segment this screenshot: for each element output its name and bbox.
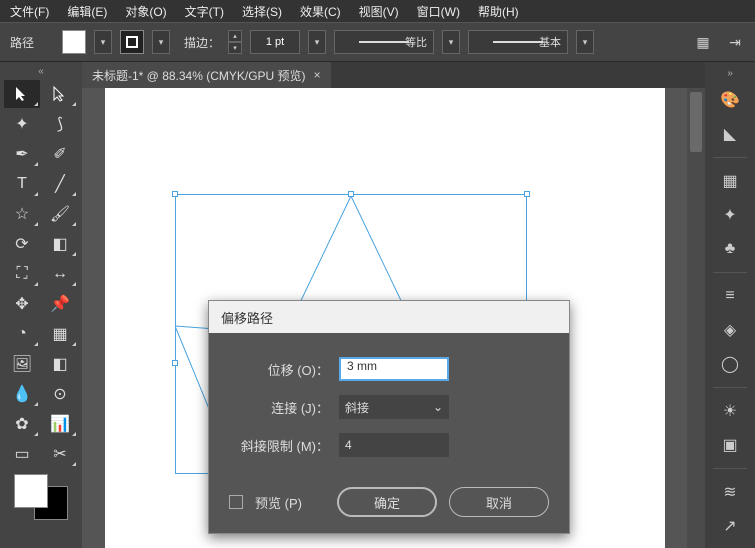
pen-tool[interactable]: ✒ — [4, 140, 40, 168]
swatch-panel-icon[interactable]: ▦ — [713, 167, 747, 195]
wand-tool[interactable]: ✦ — [4, 110, 40, 138]
fill-dropdown[interactable]: ▾ — [94, 30, 112, 54]
menu-select[interactable]: 选择(S) — [242, 3, 282, 20]
width-tool[interactable]: ↔ — [42, 260, 78, 288]
fill-swatch[interactable] — [62, 30, 86, 54]
star-tool[interactable]: ☆ — [4, 200, 40, 228]
path-label: 路径 — [10, 34, 34, 51]
limit-label: 斜接限制 (M)： — [229, 436, 329, 455]
ok-button[interactable]: 确定 — [337, 487, 437, 517]
tab-close-icon[interactable]: × — [314, 68, 321, 82]
image-tool[interactable]: 🖼 — [4, 350, 40, 378]
color-panel-icon[interactable]: 🎨 — [713, 86, 747, 114]
vertical-scrollbar[interactable] — [687, 88, 705, 548]
curvature-tool[interactable]: ✐ — [42, 140, 78, 168]
color-swatches[interactable] — [14, 474, 68, 520]
stroke-stepper[interactable]: ▴▾ — [228, 30, 242, 54]
appearance-panel-icon[interactable]: ☀ — [713, 397, 747, 425]
symbols-panel-icon[interactable]: ♣ — [713, 235, 747, 263]
preview-checkbox[interactable] — [229, 495, 243, 509]
transform-panel-icon[interactable]: ◈ — [713, 316, 747, 344]
shapebuilder-tool[interactable]: ◔ — [4, 320, 40, 348]
rpanel-collapse[interactable]: » — [727, 68, 733, 80]
stroke-weight[interactable]: 1 pt — [250, 30, 300, 54]
eraser-tool[interactable]: ◧ — [42, 230, 78, 258]
gradient-panel-icon[interactable]: ◣ — [713, 120, 747, 148]
brush-dd[interactable]: ▾ — [576, 30, 594, 54]
document-tab[interactable]: 未标题-1* @ 88.34% (CMYK/GPU 预览) × — [82, 62, 331, 88]
miter-limit-input[interactable]: 4 — [339, 433, 449, 457]
artboard-tool[interactable]: ▭ — [4, 440, 40, 468]
scrollbar-thumb[interactable] — [690, 92, 702, 152]
cancel-button[interactable]: 取消 — [449, 487, 549, 517]
stroke-panel-icon[interactable]: ≡ — [713, 282, 747, 310]
join-select[interactable]: 斜接⌄ — [339, 395, 449, 419]
align-icon[interactable]: ⇥ — [725, 32, 745, 52]
puppet-tool[interactable]: 📌 — [42, 290, 78, 318]
tab-title: 未标题-1* @ 88.34% (CMYK/GPU 预览) — [92, 67, 306, 84]
line-tool[interactable]: ╱ — [42, 170, 78, 198]
offset-input[interactable]: 3 mm — [339, 357, 449, 381]
layers-panel-icon[interactable]: ≋ — [713, 478, 747, 506]
join-label: 连接 (J)： — [229, 398, 329, 417]
rotate-tool[interactable]: ⟳ — [4, 230, 40, 258]
width-profile[interactable]: 等比 — [334, 30, 434, 54]
free-transform-tool[interactable]: ✥ — [4, 290, 40, 318]
lasso-tool[interactable]: ⟆ — [42, 110, 78, 138]
stroke-swatch[interactable] — [120, 30, 144, 54]
profile-dd[interactable]: ▾ — [442, 30, 460, 54]
graph-tool[interactable]: 📊 — [42, 410, 78, 438]
tools-collapse[interactable]: « — [38, 66, 44, 80]
offset-path-dialog: 偏移路径 位移 (O)： 3 mm 连接 (J)： 斜接⌄ 斜接限制 (M)： … — [208, 300, 570, 534]
offset-label: 位移 (O)： — [229, 360, 329, 379]
slice-tool[interactable]: ✂ — [42, 440, 78, 468]
menu-effect[interactable]: 效果(C) — [300, 3, 341, 20]
menu-help[interactable]: 帮助(H) — [478, 3, 519, 20]
fill-color[interactable] — [14, 474, 48, 508]
transparency-panel-icon[interactable]: ◯ — [713, 350, 747, 378]
menu-file[interactable]: 文件(F) — [10, 3, 49, 20]
selection-tool[interactable] — [4, 80, 40, 108]
menu-window[interactable]: 窗口(W) — [417, 3, 460, 20]
menu-object[interactable]: 对象(O) — [125, 3, 166, 20]
export-panel-icon[interactable]: ↗ — [713, 512, 747, 540]
menu-type[interactable]: 文字(T) — [185, 3, 224, 20]
chevron-down-icon: ⌄ — [433, 400, 443, 414]
menu-view[interactable]: 视图(V) — [359, 3, 399, 20]
scale-tool[interactable]: ⛶ — [4, 260, 40, 288]
symbol-tool[interactable]: ✿ — [4, 410, 40, 438]
stroke-label: 描边： — [184, 34, 220, 51]
gradient-tool[interactable]: ◧ — [42, 350, 78, 378]
direct-select-tool[interactable] — [42, 80, 78, 108]
stroke-dropdown[interactable]: ▾ — [152, 30, 170, 54]
grid-icon[interactable]: ▦ — [693, 32, 713, 52]
menu-edit[interactable]: 编辑(E) — [67, 3, 107, 20]
eyedropper-tool[interactable]: 💧 — [4, 380, 40, 408]
type-tool[interactable]: T — [4, 170, 40, 198]
blend-tool[interactable]: ⊙ — [42, 380, 78, 408]
stroke-weight-dd[interactable]: ▾ — [308, 30, 326, 54]
preview-label: 预览 (P) — [255, 493, 302, 512]
graphic-styles-icon[interactable]: ▣ — [713, 431, 747, 459]
perspective-tool[interactable]: ▦ — [42, 320, 78, 348]
brushes-panel-icon[interactable]: ✦ — [713, 201, 747, 229]
dialog-title: 偏移路径 — [209, 301, 569, 333]
brush-tool[interactable]: 🖌 — [42, 200, 78, 228]
brush-def[interactable]: 基本 — [468, 30, 568, 54]
